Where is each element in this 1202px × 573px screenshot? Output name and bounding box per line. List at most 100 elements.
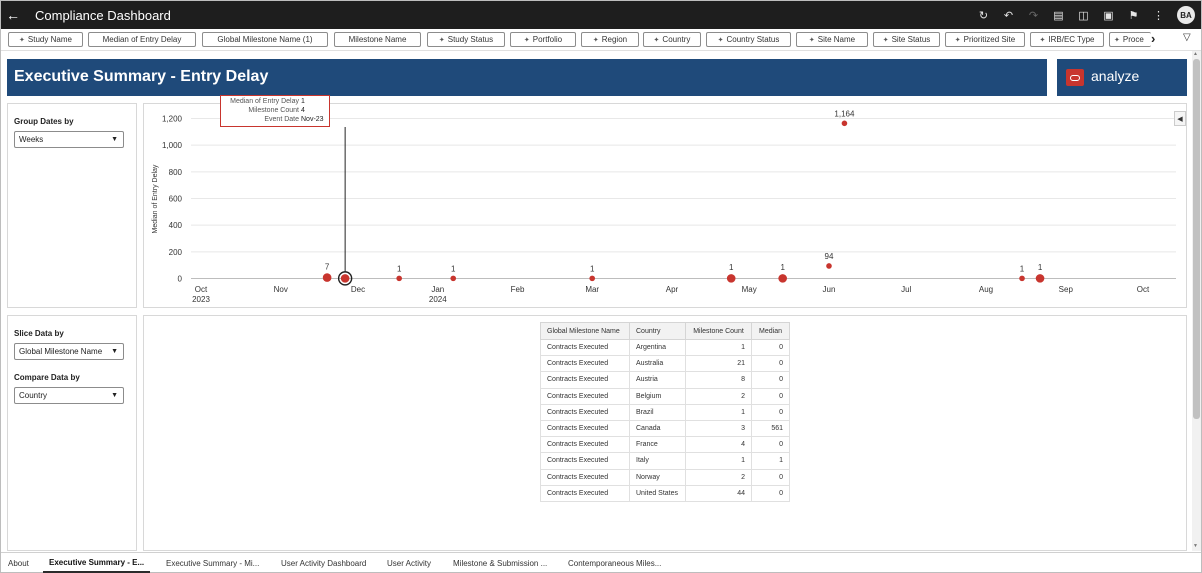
analyze-logo: analyze [1057, 59, 1187, 96]
avatar[interactable]: BA [1177, 6, 1195, 24]
filter-chip-label: Country [662, 35, 691, 44]
filter-chip[interactable]: ✦ Study Name [8, 32, 83, 47]
pin-icon: ✦ [1039, 36, 1046, 44]
slice-value: Global Milestone Name [19, 347, 103, 356]
tab-about[interactable]: About [8, 553, 29, 573]
undo-icon[interactable]: ↶ [996, 1, 1021, 29]
canvas-tabs: About Executive Summary - E... Executive… [1, 552, 1201, 573]
pin-icon: ✦ [808, 36, 815, 44]
table-cell: Brazil [629, 403, 686, 421]
table-cell: 0 [751, 355, 790, 373]
table-cell: Contracts Executed [540, 436, 630, 454]
pin-icon: ✦ [882, 36, 889, 44]
filter-chip-label: Milestone Name [348, 35, 407, 44]
tooltip-row: Milestone Count 4 [221, 107, 329, 116]
scroll-up-icon[interactable]: ▲ [1193, 51, 1198, 57]
table-cell: 8 [685, 371, 752, 389]
table-cell: 2 [685, 387, 752, 405]
filter-chip-label: Site Name [817, 35, 856, 44]
table-row: Contracts Executed France 4 0 [540, 436, 790, 454]
filter-chip[interactable]: Global Milestone Name (1) [202, 32, 328, 47]
table-cell: 0 [751, 338, 790, 357]
filter-chip-label: Study Name [27, 35, 72, 44]
filter-chip[interactable]: ✦ Portfolio [510, 32, 576, 47]
filter-chip-label: Prioritized Site [963, 35, 1016, 44]
tab-user-activity-dashboard[interactable]: User Activity Dashboard [281, 553, 366, 573]
chevron-down-icon: ▼ [111, 348, 118, 355]
filter-chip-label: Country Status [726, 35, 780, 44]
chart-tooltip: Median of Entry Delay 1 Milestone Count 4 … [220, 95, 330, 127]
table-cell: 1 [685, 452, 752, 470]
pin-icon: ✦ [19, 36, 25, 44]
back-arrow-icon[interactable]: ← [1, 7, 25, 23]
table-cell: France [629, 436, 686, 454]
scrollbar-thumb[interactable] [1193, 59, 1200, 419]
slice-select[interactable]: Global Milestone Name ▼ [14, 343, 124, 360]
table-cell: Belgium [629, 387, 686, 405]
filter-funnel-icon[interactable]: ▽ [1183, 32, 1191, 43]
filter-chip-label: IRB/EC Type [1048, 35, 1095, 44]
tab-user-activity[interactable]: User Activity [387, 553, 431, 573]
tab-milestone-submission[interactable]: Milestone & Submission ... [453, 553, 547, 573]
chart-panel [143, 103, 1187, 308]
table-row: Contracts Executed Australia 21 0 [540, 355, 790, 373]
table-cell: Italy [629, 452, 686, 470]
pin-icon: ✦ [1114, 36, 1120, 44]
filter-chip[interactable]: ✦ Country Status [706, 32, 791, 47]
filter-chip[interactable]: Median of Entry Delay [88, 32, 196, 47]
table-cell: 0 [751, 436, 790, 454]
slice-label: Slice Data by [14, 329, 64, 338]
compare-label: Compare Data by [14, 373, 80, 382]
column-header[interactable]: Country [629, 322, 686, 340]
filter-chip-label: Median of Entry Delay [102, 35, 182, 44]
page-title: Compliance Dashboard [35, 7, 171, 23]
pin-icon: ✦ [523, 36, 530, 44]
oracle-logo-icon [1066, 69, 1084, 86]
scroll-down-icon[interactable]: ▼ [1193, 543, 1198, 549]
tooltip-row: Event Date Nov-23 [221, 116, 329, 125]
tooltip-value: Nov-23 [301, 116, 324, 123]
column-header[interactable]: Milestone Count [685, 322, 752, 340]
chevron-right-icon[interactable]: › [1151, 31, 1155, 46]
column-header[interactable]: Global Milestone Name [540, 322, 630, 340]
filter-chip[interactable]: ✦ Country [643, 32, 701, 47]
table-row: Contracts Executed Brazil 1 0 [540, 403, 790, 421]
table-cell: Contracts Executed [540, 371, 630, 389]
redo-icon[interactable]: ↷ [1021, 1, 1046, 29]
tooltip-key: Event Date [264, 116, 299, 123]
table-cell: Contracts Executed [540, 403, 630, 421]
title-banner: Executive Summary - Entry Delay [7, 59, 1047, 96]
filter-chip[interactable]: ✦ Site Name [796, 32, 868, 47]
vertical-scrollbar[interactable]: ▲ ▼ [1192, 51, 1201, 551]
compare-select[interactable]: Country ▼ [14, 387, 124, 404]
header-toolbar: ↻ ↶ ↷ ▤ ◫ ▣ ⚑ ⋮ BA [971, 1, 1195, 29]
table-cell: Contracts Executed [540, 452, 630, 470]
present-icon[interactable]: ▣ [1096, 1, 1121, 29]
filter-chip[interactable]: Milestone Name [334, 32, 421, 47]
pin-icon: ✦ [653, 36, 660, 44]
bookmark-icon[interactable]: ⚑ [1121, 1, 1146, 29]
filter-chip[interactable]: ✦ IRB/EC Type [1030, 32, 1104, 47]
filter-chip[interactable]: ✦ Region [581, 32, 639, 47]
filter-chip[interactable]: ✦ Proce [1109, 32, 1151, 47]
slice-panel: Slice Data by Global Milestone Name ▼ Co… [7, 315, 137, 551]
refresh-icon[interactable]: ↻ [971, 1, 996, 29]
tab-executive-summary-milestone[interactable]: Executive Summary - Mi... [166, 553, 259, 573]
table-cell: Contracts Executed [540, 419, 630, 438]
comment-icon[interactable]: ◫ [1071, 1, 1096, 29]
filter-chip[interactable]: ✦ Prioritized Site [945, 32, 1025, 47]
filter-chip-label: Site Status [891, 35, 931, 44]
filter-chip[interactable]: ✦ Study Status [427, 32, 505, 47]
filter-chip[interactable]: ✦ Site Status [873, 32, 940, 47]
table-cell: Australia [629, 355, 686, 373]
tab-executive-summary-entry[interactable]: Executive Summary - E... [43, 553, 151, 573]
group-dates-select[interactable]: Weeks ▼ [14, 131, 124, 148]
chevron-down-icon: ▼ [111, 392, 118, 399]
column-header[interactable]: Median [751, 322, 790, 340]
tab-contemporaneous-milestones[interactable]: Contemporaneous Miles... [568, 553, 661, 573]
collapse-panel-icon[interactable]: ◀ [1174, 111, 1186, 126]
pin-icon: ✦ [592, 36, 599, 44]
data-icon[interactable]: ▤ [1046, 1, 1071, 29]
app-header: ← Compliance Dashboard ↻ ↶ ↷ ▤ ◫ ▣ ⚑ ⋮ B… [1, 1, 1201, 29]
more-icon[interactable]: ⋮ [1146, 1, 1171, 29]
